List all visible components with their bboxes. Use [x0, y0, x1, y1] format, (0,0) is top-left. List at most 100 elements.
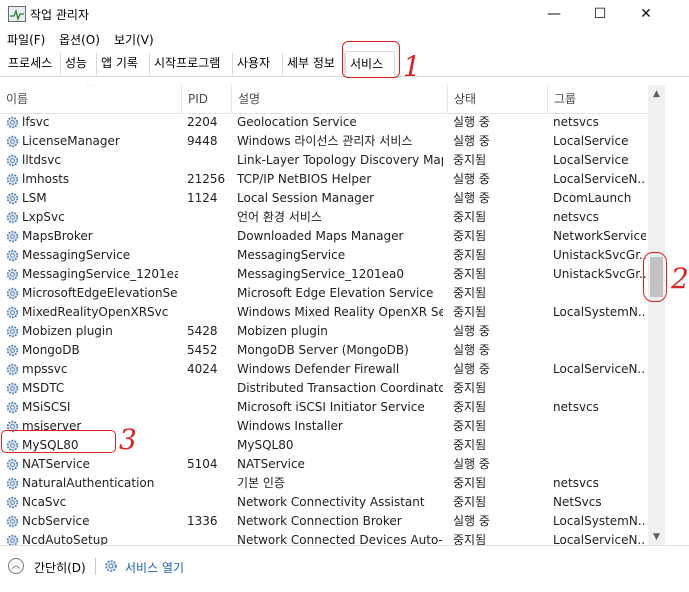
table-row[interactable]: mpssvc 4024 Windows Defender Firewall 실행 중 L… [0, 360, 665, 379]
service-status: 중지됨 [453, 229, 487, 243]
service-gear-icon [5, 514, 20, 529]
service-description: Distributed Transaction Coordinator [237, 381, 443, 395]
fewer-details-button[interactable]: 간단히(D) [34, 559, 86, 576]
table-row[interactable]: MessagingService_1201ea0 MessagingService… [0, 265, 665, 284]
service-status: 중지됨 [453, 533, 487, 545]
service-name: LxpSvc [22, 210, 65, 224]
service-name: LSM [22, 191, 47, 205]
service-name: MixedRealityOpenXRSvc [22, 305, 169, 319]
menu-view[interactable]: 보기(V) [114, 31, 154, 48]
column-header-description[interactable]: 설명 [231, 85, 447, 113]
menu-file[interactable]: 파일(F) [7, 31, 45, 48]
service-gear-icon [5, 210, 20, 225]
service-gear-icon [5, 286, 20, 301]
service-status: 중지됨 [453, 476, 487, 490]
minimize-button[interactable]: — [531, 0, 577, 28]
tab-users[interactable]: 사용자 [233, 53, 283, 75]
table-row[interactable]: lmhosts 21256 TCP/IP NetBIOS Helper 실행 중 Loc… [0, 170, 665, 189]
column-header-group[interactable]: 그룹 [547, 85, 648, 113]
service-description: NATService [237, 457, 305, 471]
service-status: 실행 중 [453, 362, 490, 376]
service-group: UnistackSvcGr... [553, 248, 646, 262]
service-description: Network Connectivity Assistant [237, 495, 425, 509]
tab-processes[interactable]: 프로세스 [4, 53, 61, 75]
scroll-up-arrow-icon[interactable]: ▲ [648, 85, 665, 102]
service-pid [187, 151, 229, 170]
service-name: MSDTC [22, 381, 65, 395]
tab-performance[interactable]: 성능 [61, 53, 97, 75]
table-row[interactable]: MicrosoftEdgeElevationSer... Microsoft Ed… [0, 284, 665, 303]
service-status: 중지됨 [453, 210, 487, 224]
table-row[interactable]: MSDTC Distributed Transaction Coordinator… [0, 379, 665, 398]
vertical-scrollbar[interactable]: ▲ ▼ [648, 85, 665, 545]
services-gear-icon[interactable] [103, 558, 119, 574]
service-pid [187, 398, 229, 417]
service-group: NetworkService [553, 229, 646, 243]
service-name: lmhosts [22, 172, 70, 186]
service-gear-icon [5, 476, 20, 491]
table-row[interactable]: NaturalAuthentication 기본 인증 중지됨 netsvcs [0, 474, 665, 493]
service-group: netsvcs [553, 476, 599, 490]
table-row[interactable]: MixedRealityOpenXRSvc Windows Mixed Reali… [0, 303, 665, 322]
service-pid [187, 246, 229, 265]
table-row[interactable]: MongoDB 5452 MongoDB Server (MongoDB) 실행 중 [0, 341, 665, 360]
service-group: NetSvcs [553, 495, 602, 509]
tab-app-history[interactable]: 앱 기록 [97, 53, 150, 75]
service-description: Network Connected Devices Auto-... [237, 533, 443, 545]
service-group [553, 379, 646, 398]
table-row[interactable]: NcdAutoSetup Network Connected Devices Au… [0, 531, 665, 545]
table-row[interactable]: NcaSvc Network Connectivity Assistant 중지됨 N… [0, 493, 665, 512]
window-title: 작업 관리자 [30, 8, 90, 22]
table-row[interactable]: lltdsvc Link-Layer Topology Discovery Map… [0, 151, 665, 170]
table-row[interactable]: LicenseManager 9448 Windows 라이선스 관리자 서비스 실행… [0, 132, 665, 151]
table-row[interactable]: MapsBroker Downloaded Maps Manager 중지됨 Netw… [0, 227, 665, 246]
service-group [553, 284, 646, 303]
service-status: 중지됨 [453, 153, 487, 167]
service-name: NaturalAuthentication [22, 476, 155, 490]
services-list: ^ 이름 PID 설명 상태 그룹 lfsvc 2204 Geolocation S… [0, 85, 665, 545]
column-header-pid[interactable]: PID [181, 85, 231, 113]
annotation-box-scrollbar [643, 252, 667, 302]
service-name: NcdAutoSetup [22, 533, 108, 545]
service-group: LocalSystemN... [553, 514, 646, 528]
open-services-link[interactable]: 서비스 열기 [125, 559, 184, 576]
service-status: 실행 중 [453, 343, 490, 357]
service-group: LocalServiceN... [553, 172, 646, 186]
table-row[interactable]: NcbService 1336 Network Connection Broker 실… [0, 512, 665, 531]
service-pid [187, 303, 229, 322]
service-pid [187, 379, 229, 398]
service-description: Windows 라이선스 관리자 서비스 [237, 134, 413, 148]
service-gear-icon [5, 229, 20, 244]
close-button[interactable]: ✕ [623, 0, 669, 28]
service-pid [187, 227, 229, 246]
scroll-down-arrow-icon[interactable]: ▼ [648, 528, 665, 545]
table-row[interactable]: LSM 1124 Local Session Manager 실행 중 DcomLaun… [0, 189, 665, 208]
service-group: netsvcs [553, 210, 599, 224]
service-group: UnistackSvcGr... [553, 267, 646, 281]
annotation-number-2: 2 [671, 262, 689, 295]
service-status: 실행 중 [453, 115, 490, 129]
service-name: Mobizen plugin [22, 324, 113, 338]
table-row[interactable]: lfsvc 2204 Geolocation Service 실행 중 netsvcs [0, 113, 665, 132]
service-pid [187, 265, 229, 284]
maximize-button[interactable]: ☐ [577, 0, 623, 28]
service-gear-icon [5, 495, 20, 510]
table-row[interactable]: LxpSvc 언어 환경 서비스 중지됨 netsvcs [0, 208, 665, 227]
chevron-up-icon[interactable]: ︿ [8, 558, 24, 574]
tab-details[interactable]: 세부 정보 [283, 53, 345, 75]
service-pid [187, 493, 229, 512]
table-row[interactable]: Mobizen plugin 5428 Mobizen plugin 실행 중 [0, 322, 665, 341]
service-pid [187, 284, 229, 303]
service-description: Geolocation Service [237, 115, 357, 129]
table-row[interactable]: MessagingService MessagingService 중지됨 Unist… [0, 246, 665, 265]
column-header-status[interactable]: 상태 [447, 85, 547, 113]
table-row[interactable]: NATService 5104 NATService 실행 중 [0, 455, 665, 474]
menu-options[interactable]: 옵션(O) [59, 31, 100, 48]
column-header-name[interactable]: 이름 [0, 85, 181, 113]
table-row[interactable]: MSiSCSI Microsoft iSCSI Initiator Service… [0, 398, 665, 417]
service-status: 중지됨 [453, 438, 487, 452]
tab-startup[interactable]: 시작프로그램 [150, 53, 233, 75]
service-group: LocalService [553, 153, 629, 167]
service-description: Windows Installer [237, 419, 343, 433]
service-group [553, 341, 646, 360]
